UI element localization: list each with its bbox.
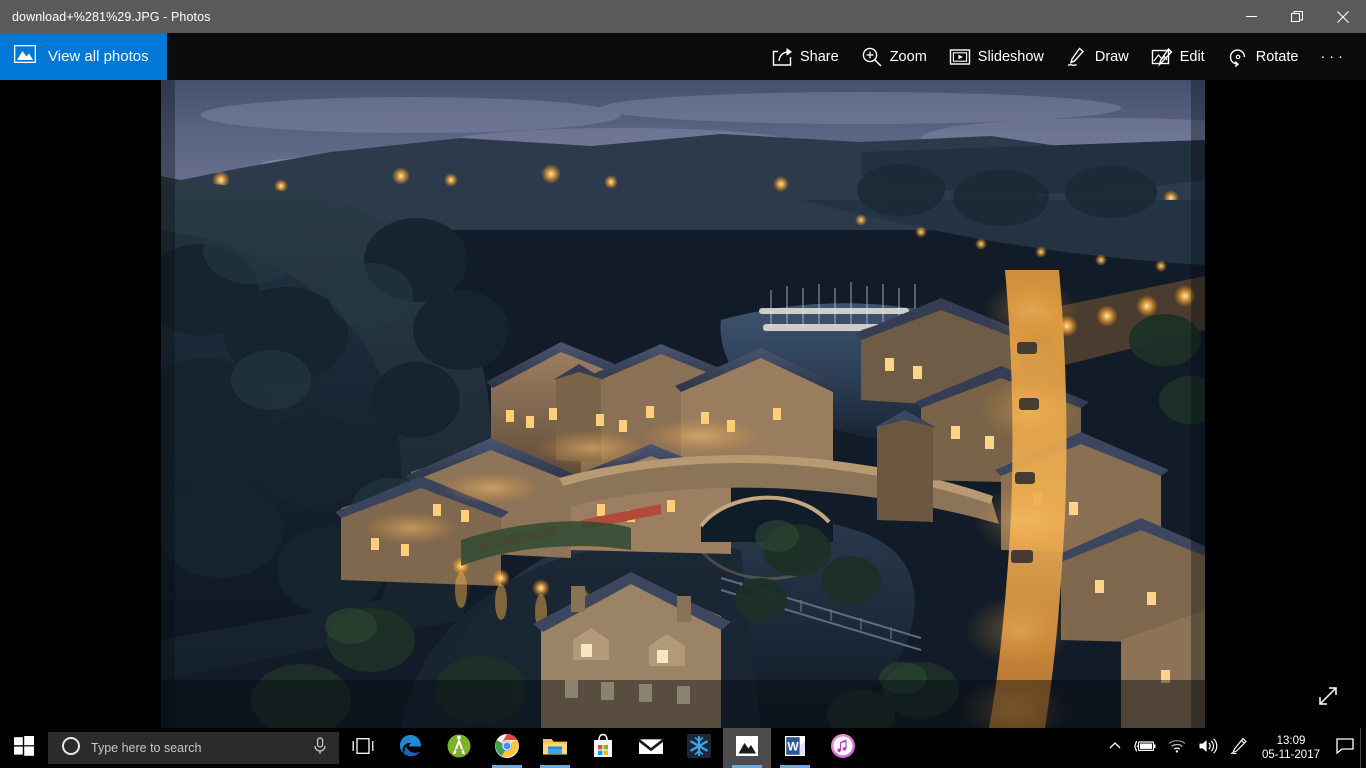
photo-canvas[interactable]: [161, 80, 1205, 728]
photo-viewer[interactable]: [0, 80, 1366, 728]
rotate-button[interactable]: Rotate: [1216, 37, 1310, 77]
speaker-icon: [1198, 738, 1218, 759]
show-hidden-icons-button[interactable]: [1102, 728, 1128, 768]
edit-label: Edit: [1180, 49, 1205, 65]
more-options-icon: · · ·: [1320, 49, 1343, 65]
draw-pen-icon: [1066, 46, 1088, 68]
window-controls: [1228, 0, 1366, 33]
show-desktop-button[interactable]: [1360, 728, 1366, 768]
clock-date: 05-11-2017: [1262, 748, 1320, 762]
slideshow-label: Slideshow: [978, 49, 1044, 65]
taskbar-clock[interactable]: 13:09 05-11-2017: [1254, 728, 1330, 768]
wifi-icon: [1168, 739, 1186, 758]
pen-tray-icon[interactable]: [1224, 728, 1254, 768]
draw-button[interactable]: Draw: [1055, 37, 1140, 77]
network-tray-icon[interactable]: [1162, 728, 1192, 768]
chevron-up-icon: [1108, 739, 1122, 758]
search-input[interactable]: Type here to search: [48, 732, 339, 764]
microsoft-edge-icon: [398, 733, 424, 764]
expand-diagonal-icon: [1317, 685, 1339, 712]
taskbar-app-mail[interactable]: [627, 728, 675, 768]
battery-charging-icon: [1134, 739, 1156, 758]
zoom-button[interactable]: Zoom: [850, 37, 938, 77]
taskbar-app-android-studio[interactable]: [435, 728, 483, 768]
notification-icon: [1336, 738, 1354, 759]
search-placeholder: Type here to search: [91, 741, 313, 755]
photo-image: [161, 80, 1205, 728]
taskbar-app-snowflake[interactable]: [675, 728, 723, 768]
slideshow-icon: [949, 46, 971, 68]
clock-time: 13:09: [1262, 734, 1320, 748]
cortana-circle-icon: [61, 736, 81, 761]
windows-taskbar: Type here to search: [0, 728, 1366, 768]
action-center-button[interactable]: [1330, 728, 1360, 768]
window-title-bar[interactable]: download+%281%29.JPG - Photos: [0, 0, 1366, 33]
windows-logo-icon: [14, 736, 34, 761]
microphone-icon[interactable]: [313, 737, 327, 760]
mail-icon: [638, 736, 664, 761]
task-view-icon: [352, 738, 374, 759]
photos-icon: [14, 45, 36, 68]
volume-tray-icon[interactable]: [1192, 728, 1224, 768]
stylus-pen-icon: [1230, 737, 1248, 760]
zoom-label: Zoom: [890, 49, 927, 65]
slideshow-button[interactable]: Slideshow: [938, 37, 1055, 77]
zoom-in-icon: [861, 46, 883, 68]
fullscreen-button[interactable]: [1308, 678, 1348, 718]
microsoft-word-icon: W: [783, 734, 807, 763]
blue-asterisk-icon: [686, 733, 712, 764]
taskbar-app-edge[interactable]: [387, 728, 435, 768]
microsoft-store-icon: [591, 733, 615, 764]
svg-text:W: W: [787, 739, 799, 753]
command-bar-actions: Share Zoom Slideshow: [760, 33, 1366, 80]
itunes-icon: [830, 733, 856, 764]
app-command-bar: View all photos Share Z: [0, 33, 1366, 80]
google-chrome-icon: [494, 733, 520, 764]
taskbar-app-chrome[interactable]: [483, 728, 531, 768]
taskbar-app-photos[interactable]: [723, 728, 771, 768]
draw-label: Draw: [1095, 49, 1129, 65]
share-button[interactable]: Share: [760, 37, 850, 77]
android-studio-icon: [446, 733, 472, 764]
window-title: download+%281%29.JPG - Photos: [12, 10, 211, 24]
taskbar-app-store[interactable]: [579, 728, 627, 768]
task-view-button[interactable]: [339, 728, 387, 768]
view-all-photos-label: View all photos: [48, 48, 149, 65]
start-button[interactable]: [0, 728, 48, 768]
rotate-icon: [1227, 46, 1249, 68]
photos-icon: [735, 735, 759, 762]
system-tray: 13:09 05-11-2017: [1102, 728, 1366, 768]
more-options-button[interactable]: · · ·: [1309, 37, 1354, 77]
view-all-photos-button[interactable]: View all photos: [0, 33, 167, 80]
file-explorer-icon: [542, 735, 568, 762]
taskbar-app-itunes[interactable]: [819, 728, 867, 768]
taskbar-app-word[interactable]: W: [771, 728, 819, 768]
edit-button[interactable]: Edit: [1140, 37, 1216, 77]
close-button[interactable]: [1320, 0, 1366, 33]
restore-button[interactable]: [1274, 0, 1320, 33]
share-label: Share: [800, 49, 839, 65]
battery-tray-icon[interactable]: [1128, 728, 1162, 768]
share-icon: [771, 46, 793, 68]
taskbar-app-file-explorer[interactable]: [531, 728, 579, 768]
rotate-label: Rotate: [1256, 49, 1299, 65]
minimize-button[interactable]: [1228, 0, 1274, 33]
edit-image-icon: [1151, 46, 1173, 68]
